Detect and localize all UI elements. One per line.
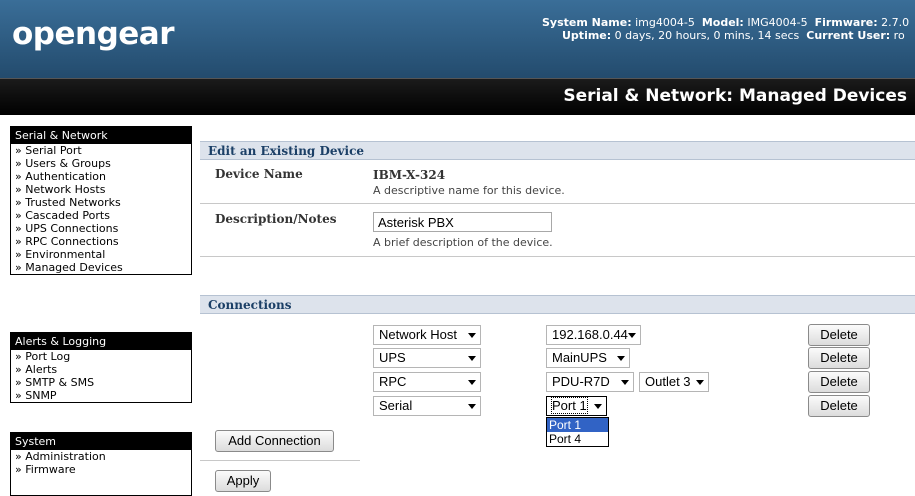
page-title: Serial & Network: Managed Devices: [563, 86, 907, 106]
description-label: Description/Notes: [215, 212, 337, 226]
connection-target-value: PDU-R7D: [552, 374, 610, 389]
uptime-label: Uptime:: [562, 29, 612, 42]
connection-target-select[interactable]: 192.168.0.44: [546, 325, 641, 345]
system-info-line1: System Name: img4004-5 Model: IMG4004-5 …: [542, 16, 915, 29]
connection-type-value: RPC: [379, 374, 407, 389]
header-banner: opengear System Name: img4004-5 Model: I…: [0, 0, 915, 78]
row-divider: [200, 203, 915, 204]
opengear-logo: opengear: [12, 16, 175, 52]
connection-target-value: Port 1: [551, 397, 588, 414]
connection-target-select[interactable]: MainUPS: [546, 348, 630, 368]
system-name-label: System Name:: [542, 16, 632, 29]
sidebar-item-rpc-connections[interactable]: RPC Connections: [11, 235, 191, 248]
chevron-down-icon: [617, 356, 625, 361]
edit-device-heading-text: Edit an Existing Device: [208, 144, 365, 158]
outlet-value: Outlet 3: [645, 374, 691, 389]
description-hint: A brief description of the device.: [373, 236, 553, 249]
connections-heading-text: Connections: [208, 298, 292, 312]
dropdown-option-port-1[interactable]: Port 1: [547, 418, 608, 432]
chevron-down-icon: [468, 404, 476, 409]
connection-type-select[interactable]: Network Host: [373, 325, 481, 345]
device-name-label: Device Name: [215, 167, 303, 181]
chevron-down-icon: [594, 404, 602, 409]
chevron-down-icon: [468, 333, 476, 338]
outlet-select[interactable]: Outlet 3: [639, 372, 709, 392]
description-input[interactable]: [373, 212, 552, 232]
sidebar-item-network-hosts[interactable]: Network Hosts: [11, 183, 191, 196]
connection-target-select-open[interactable]: Port 1: [546, 396, 607, 416]
sidebar-item-snmp[interactable]: SNMP: [11, 389, 191, 402]
nav-section-serial-network: Serial & Network Serial Port Users & Gro…: [10, 126, 192, 275]
sidebar-item-port-log[interactable]: Port Log: [11, 350, 191, 363]
connection-target-value: MainUPS: [552, 350, 607, 365]
chevron-down-icon: [628, 333, 636, 338]
add-connection-button[interactable]: Add Connection: [215, 430, 334, 452]
system-info-line2: Uptime: 0 days, 20 hours, 0 mins, 14 sec…: [562, 29, 915, 42]
chevron-down-icon: [621, 380, 629, 385]
apply-button[interactable]: Apply: [215, 470, 271, 492]
system-name-value: img4004-5: [635, 16, 695, 29]
firmware-label: Firmware:: [814, 16, 878, 29]
sidebar-item-authentication[interactable]: Authentication: [11, 170, 191, 183]
edit-device-heading: Edit an Existing Device: [200, 141, 915, 160]
chevron-down-icon: [468, 356, 476, 361]
title-bar: Serial & Network: Managed Devices: [0, 78, 915, 115]
firmware-value: 2.7.0: [881, 16, 910, 29]
sidebar-item-environmental[interactable]: Environmental: [11, 248, 191, 261]
sidebar-item-smtp-sms[interactable]: SMTP & SMS: [11, 376, 191, 389]
chevron-down-icon: [696, 380, 704, 385]
nav-section-title: System: [11, 433, 191, 450]
sidebar-item-firmware[interactable]: Firmware: [11, 463, 191, 476]
connection-type-select[interactable]: UPS: [373, 348, 481, 368]
sidebar-item-ups-connections[interactable]: UPS Connections: [11, 222, 191, 235]
sidebar-item-managed-devices[interactable]: Managed Devices: [11, 261, 191, 274]
device-name-value: IBM-X-324: [373, 168, 446, 182]
connection-target-value: 192.168.0.44: [552, 327, 628, 342]
connection-type-select[interactable]: RPC: [373, 372, 481, 392]
dropdown-option-port-4[interactable]: Port 4: [547, 432, 608, 446]
row-divider: [200, 460, 360, 461]
connection-type-value: Network Host: [379, 327, 458, 342]
sidebar-item-cascaded-ports[interactable]: Cascaded Ports: [11, 209, 191, 222]
delete-button[interactable]: Delete: [808, 371, 870, 393]
delete-button[interactable]: Delete: [808, 395, 870, 417]
connection-target-select[interactable]: PDU-R7D: [546, 372, 634, 392]
nav-section-alerts-logging: Alerts & Logging Port Log Alerts SMTP & …: [10, 332, 192, 403]
sidebar-item-administration[interactable]: Administration: [11, 450, 191, 463]
model-value: IMG4004-5: [747, 16, 808, 29]
connection-type-select[interactable]: Serial: [373, 396, 481, 416]
model-label: Model:: [701, 16, 744, 29]
chevron-down-icon: [468, 380, 476, 385]
nav-section-system: System Administration Firmware: [10, 432, 192, 496]
sidebar-item-users-groups[interactable]: Users & Groups: [11, 157, 191, 170]
sidebar-item-trusted-networks[interactable]: Trusted Networks: [11, 196, 191, 209]
uptime-value: 0 days, 20 hours, 0 mins, 14 secs: [614, 29, 800, 42]
delete-button[interactable]: Delete: [808, 324, 870, 346]
port-dropdown-list: Port 1 Port 4: [546, 417, 609, 447]
row-divider: [200, 256, 915, 257]
delete-button[interactable]: Delete: [808, 347, 870, 369]
connection-type-value: Serial: [379, 398, 413, 413]
connection-type-value: UPS: [379, 350, 406, 365]
sidebar-item-serial-port[interactable]: Serial Port: [11, 144, 191, 157]
nav-section-title: Serial & Network: [11, 127, 191, 144]
sidebar-item-alerts[interactable]: Alerts: [11, 363, 191, 376]
current-user-label: Current User:: [806, 29, 891, 42]
current-user-value: ro: [893, 29, 905, 42]
device-name-hint: A descriptive name for this device.: [373, 184, 565, 197]
connections-heading: Connections: [200, 295, 915, 314]
nav-section-title: Alerts & Logging: [11, 333, 191, 350]
